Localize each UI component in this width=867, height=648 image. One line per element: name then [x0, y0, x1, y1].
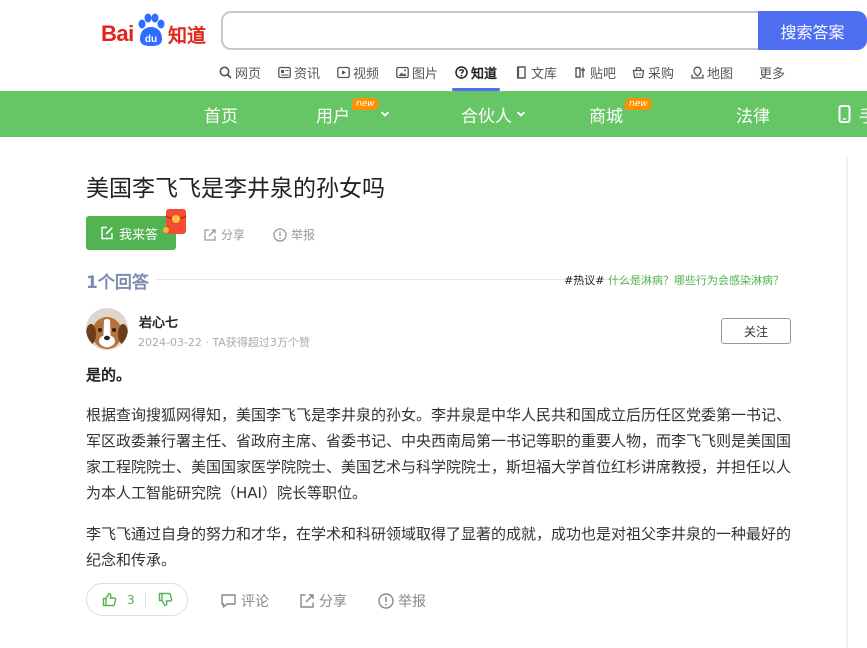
user-likes-summary: TA获得超过3万个赞 [212, 336, 310, 349]
like-count: 3 [127, 592, 135, 607]
question-report-label: 举报 [291, 228, 316, 242]
meta-dot: · [205, 336, 209, 349]
nav-web[interactable]: 网页 [219, 63, 261, 91]
question-report[interactable]: 举报 [273, 226, 315, 243]
nav-tieba-label: 贴吧 [590, 67, 617, 82]
nav-purchase[interactable]: 采购 [632, 63, 674, 91]
top-nav: 网页 资讯 视频 图片 知道 文库 贴吧 采购 地图 更多 [0, 61, 867, 91]
cart-icon [632, 67, 645, 79]
edit-icon [101, 226, 113, 240]
avatar[interactable] [86, 308, 128, 350]
nav-web-label: 网页 [235, 67, 262, 82]
like-button[interactable]: 3 [87, 592, 145, 607]
search-input[interactable] [221, 11, 759, 50]
nav-zhidao-label: 知道 [471, 67, 498, 82]
answer-report-button[interactable]: 举报 [378, 591, 426, 611]
share-icon [204, 228, 216, 241]
answer-paragraph: 根据查询搜狐网得知，美国李飞飞是李井泉的孙女。李井泉是中华人民共和国成立后历任区… [86, 406, 792, 502]
new-badge: new [352, 98, 379, 110]
thumbs-up-icon [102, 592, 117, 607]
tieba-icon [575, 67, 585, 78]
image-icon [396, 66, 409, 79]
follow-button[interactable]: 关注 [721, 318, 791, 344]
nav-more-label: 更多 [759, 67, 786, 82]
category-law-label: 法律 [736, 106, 770, 127]
thumbs-down-icon [158, 592, 173, 607]
nav-video-label: 视频 [353, 67, 380, 82]
nav-news[interactable]: 资讯 [278, 63, 320, 91]
share-icon [300, 594, 314, 608]
comment-icon [221, 594, 236, 608]
nav-image-label: 图片 [412, 67, 439, 82]
answer-meta: 2024-03-22 · TA获得超过3万个赞 [138, 334, 310, 350]
nav-image[interactable]: 图片 [396, 63, 438, 91]
nav-tieba[interactable]: 贴吧 [574, 63, 616, 91]
answer-paragraph: 李飞飞通过自身的努力和才华，在学术和科研领域取得了显著的成就，成功也是对祖父李井… [86, 525, 792, 569]
hot-tag: #热议# [564, 274, 605, 287]
nav-map-label: 地图 [707, 67, 734, 82]
nav-zhidao[interactable]: 知道 [451, 63, 501, 91]
question-share[interactable]: 分享 [203, 226, 245, 243]
svg-text:du: du [145, 34, 157, 45]
sidebar-divider [846, 156, 848, 648]
nav-video[interactable]: 视频 [337, 63, 379, 91]
category-user[interactable]: 用户 new [316, 91, 390, 137]
new-badge: new [625, 98, 652, 110]
hot-topic: #热议# 什么是淋病？哪些行为会感染淋病？ [564, 272, 784, 288]
search-button[interactable]: 搜索答案 [758, 11, 867, 50]
category-bar: 首页 用户 new 合伙人 商城 new 法律 手 [0, 91, 867, 137]
answer-count: 1个回答 [86, 273, 149, 293]
nav-purchase-label: 采购 [648, 67, 675, 82]
nav-map[interactable]: 地图 [691, 63, 733, 91]
nav-wenku-label: 文库 [531, 67, 558, 82]
category-home[interactable]: 首页 [204, 91, 238, 137]
nav-news-label: 资讯 [294, 67, 321, 82]
comment-button[interactable]: 评论 [220, 591, 269, 611]
report-icon [273, 227, 287, 242]
logo-zhidao-text: 知道 [168, 25, 207, 47]
vote-control: 3 [86, 583, 188, 616]
phone-icon [838, 105, 851, 123]
answer-date: 2024-03-22 [138, 336, 202, 349]
comment-label: 评论 [241, 594, 269, 610]
category-user-label: 用户 [316, 106, 350, 127]
category-mobile-label: 手 [859, 102, 867, 127]
answer-report-label: 举报 [398, 594, 426, 610]
category-mobile[interactable]: 手 [838, 91, 867, 137]
search-icon [219, 66, 232, 79]
question-icon [455, 66, 468, 79]
news-icon [278, 66, 291, 79]
dislike-button[interactable] [146, 592, 173, 607]
logo-bai-text: Bai [101, 21, 134, 46]
question-title: 美国李飞飞是李井泉的孙女吗 [86, 176, 385, 202]
hot-topic-link[interactable]: 什么是淋病？哪些行为会感染淋病？ [608, 274, 784, 287]
nav-wenku[interactable]: 文库 [515, 63, 557, 91]
report-icon [378, 593, 394, 609]
category-mall[interactable]: 商城 new [589, 91, 652, 137]
baidu-zhidao-logo[interactable]: Bai du 知道 [101, 13, 207, 49]
category-home-label: 首页 [204, 106, 238, 127]
category-law[interactable]: 法律 [736, 91, 770, 137]
category-partner[interactable]: 合伙人 [461, 91, 526, 137]
answers-header: 1个回答 #热议# 什么是淋病？哪些行为会感染淋病？ [86, 268, 790, 293]
answer-share-button[interactable]: 分享 [299, 591, 347, 611]
user-name[interactable]: 岩心七 [139, 312, 178, 331]
doc-icon [516, 66, 526, 79]
map-icon [691, 66, 704, 79]
category-mall-label: 商城 [589, 106, 623, 127]
video-icon [337, 66, 350, 79]
chevron-down-icon [516, 111, 526, 117]
chevron-down-icon [380, 111, 390, 117]
nav-more[interactable]: 更多 [759, 63, 785, 91]
question-share-label: 分享 [221, 228, 246, 242]
answer-button-label: 我来答 [119, 227, 159, 243]
answer-share-label: 分享 [319, 594, 347, 610]
answer-paragraph: 是的。 [86, 366, 132, 384]
category-partner-label: 合伙人 [461, 106, 512, 127]
paw-logo-icon: du [138, 13, 165, 46]
red-packet-icon[interactable] [163, 207, 189, 236]
